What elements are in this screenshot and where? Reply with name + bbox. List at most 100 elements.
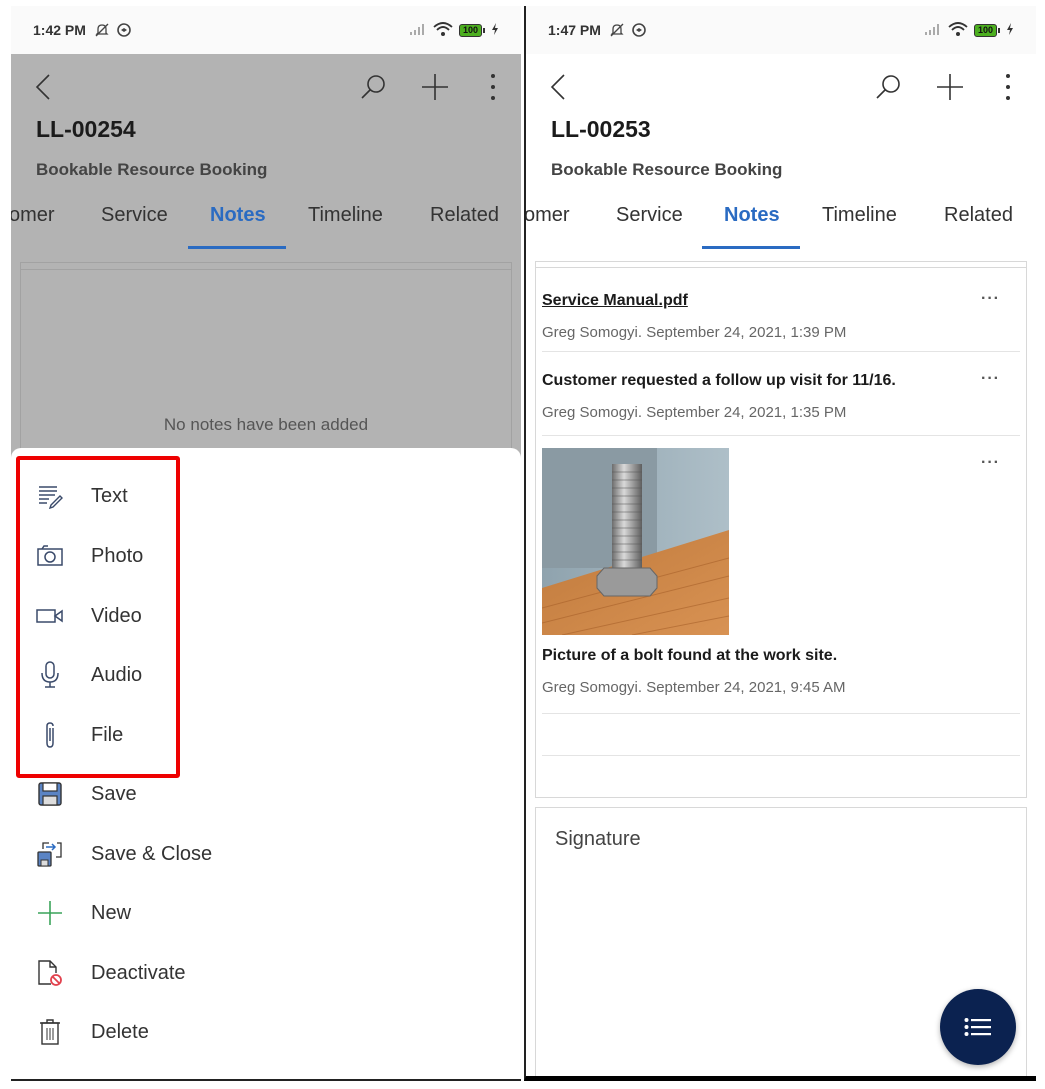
- plus-icon: [35, 898, 65, 928]
- data-saver-icon: [116, 22, 132, 38]
- menu-item-save[interactable]: Save: [11, 767, 521, 821]
- tab-related[interactable]: Related: [430, 204, 499, 227]
- add-button[interactable]: [413, 62, 457, 112]
- menu-item-save-close[interactable]: Save & Close: [11, 827, 521, 881]
- action-sheet: Text Photo Video Audio File Save Save & …: [11, 448, 521, 1079]
- record-type: Bookable Resource Booking: [551, 160, 783, 179]
- menu-label: Deactivate: [91, 961, 186, 984]
- menu-item-new[interactable]: New: [11, 886, 521, 940]
- search-icon: [876, 75, 900, 99]
- add-icon: [937, 74, 963, 100]
- back-icon: [550, 74, 565, 100]
- record-title: LL-00254: [36, 116, 136, 142]
- menu-item-deactivate[interactable]: Deactivate: [11, 946, 521, 1000]
- tab-notes[interactable]: Notes: [210, 204, 266, 227]
- divider: [21, 269, 511, 270]
- menu-label: Save & Close: [91, 842, 213, 865]
- tab-service[interactable]: Service: [101, 204, 168, 227]
- wifi-icon: [433, 21, 453, 39]
- back-icon: [35, 74, 50, 100]
- save-close-icon: [35, 839, 65, 869]
- more-options-button[interactable]: [986, 62, 1030, 112]
- note-item[interactable]: Customer requested a follow up visit for…: [542, 352, 1020, 436]
- tab-bar: omer Service Notes Timeline Related: [11, 194, 521, 250]
- charging-icon: [491, 22, 499, 38]
- tab-related[interactable]: Related: [944, 204, 1013, 227]
- menu-label: Photo: [91, 544, 144, 567]
- tab-notes[interactable]: Notes: [724, 204, 780, 227]
- back-button[interactable]: [536, 62, 580, 112]
- more-options-button[interactable]: [471, 62, 515, 112]
- signal-icon: [409, 22, 427, 38]
- menu-item-delete[interactable]: Delete: [11, 1005, 521, 1059]
- menu-label: Text: [91, 484, 128, 507]
- charging-icon: [1006, 22, 1014, 38]
- bell-muted-icon: [609, 22, 625, 38]
- trash-icon: [35, 1017, 65, 1047]
- status-time: 1:42 PM: [33, 22, 86, 38]
- command-menu-fab[interactable]: [940, 989, 1016, 1065]
- note-photo-bolt[interactable]: [542, 448, 729, 635]
- status-bar: 1:47 PM 100: [526, 6, 1036, 54]
- record-header: LL-00253 Bookable Resource Booking omer …: [526, 54, 1036, 250]
- wifi-icon: [948, 21, 968, 39]
- notes-list-spacer: [542, 714, 1020, 756]
- add-button[interactable]: [928, 62, 972, 112]
- menu-item-audio[interactable]: Audio: [11, 648, 521, 702]
- notes-section: Service Manual.pdf Greg Somogyi. Septemb…: [526, 250, 1036, 1076]
- status-bar: 1:42 PM 100: [11, 6, 521, 54]
- paperclip-icon: [35, 720, 65, 750]
- back-button[interactable]: [21, 62, 65, 112]
- note-meta: Greg Somogyi. September 24, 2021, 9:45 A…: [542, 679, 846, 696]
- deactivate-icon: [35, 958, 65, 988]
- note-item[interactable]: ··· Picture of a bolt found at the work …: [542, 436, 1020, 714]
- video-camera-icon: [35, 601, 65, 631]
- record-title: LL-00253: [551, 116, 651, 142]
- tab-bar: omer Service Notes Timeline Related: [526, 194, 1036, 250]
- active-tab-indicator: [702, 246, 800, 249]
- battery-tip: [998, 27, 1000, 33]
- note-more-button[interactable]: ···: [981, 290, 1000, 308]
- note-more-button[interactable]: ···: [981, 370, 1000, 388]
- menu-item-text[interactable]: Text: [11, 469, 521, 523]
- bell-muted-icon: [94, 22, 110, 38]
- menu-item-video[interactable]: Video: [11, 589, 521, 643]
- status-time: 1:47 PM: [548, 22, 601, 38]
- save-icon: [35, 779, 65, 809]
- more-vertical-icon: [491, 74, 495, 100]
- data-saver-icon: [631, 22, 647, 38]
- top-app-bar: [11, 62, 521, 112]
- battery-icon: 100: [973, 23, 997, 37]
- tab-timeline[interactable]: Timeline: [822, 204, 897, 227]
- menu-label: Save: [91, 782, 137, 805]
- tab-service[interactable]: Service: [616, 204, 683, 227]
- search-icon: [361, 75, 385, 99]
- signature-label: Signature: [555, 828, 641, 850]
- note-text: Picture of a bolt found at the work site…: [542, 647, 838, 664]
- menu-label: Audio: [91, 663, 143, 686]
- tab-customer[interactable]: omer: [11, 204, 55, 227]
- right-screen: 1:47 PM 100 LL-00253 Bookable Resource B…: [524, 6, 1036, 1081]
- signal-icon: [924, 22, 942, 38]
- note-attachment-link[interactable]: Service Manual.pdf: [542, 292, 688, 310]
- menu-label: Delete: [91, 1020, 149, 1043]
- left-screen: 1:42 PM 100 LL-00254 Bookable Resource B…: [11, 6, 521, 1081]
- menu-item-file[interactable]: File: [11, 708, 521, 762]
- more-vertical-icon: [1006, 74, 1010, 100]
- note-text: Customer requested a follow up visit for…: [542, 372, 896, 389]
- note-item[interactable]: Service Manual.pdf Greg Somogyi. Septemb…: [542, 268, 1020, 352]
- tab-customer[interactable]: omer: [526, 204, 570, 227]
- battery-tip: [483, 27, 485, 33]
- text-note-icon: [35, 481, 65, 511]
- tab-timeline[interactable]: Timeline: [308, 204, 383, 227]
- record-type: Bookable Resource Booking: [36, 160, 268, 179]
- record-header: LL-00254 Bookable Resource Booking omer …: [11, 54, 521, 250]
- note-more-button[interactable]: ···: [981, 454, 1000, 472]
- menu-item-photo[interactable]: Photo: [11, 529, 521, 583]
- camera-icon: [35, 541, 65, 571]
- empty-notes-message: No notes have been added: [163, 415, 369, 434]
- search-button[interactable]: [866, 62, 910, 112]
- search-button[interactable]: [351, 62, 395, 112]
- notes-list: Service Manual.pdf Greg Somogyi. Septemb…: [535, 261, 1027, 798]
- top-app-bar: [526, 62, 1036, 112]
